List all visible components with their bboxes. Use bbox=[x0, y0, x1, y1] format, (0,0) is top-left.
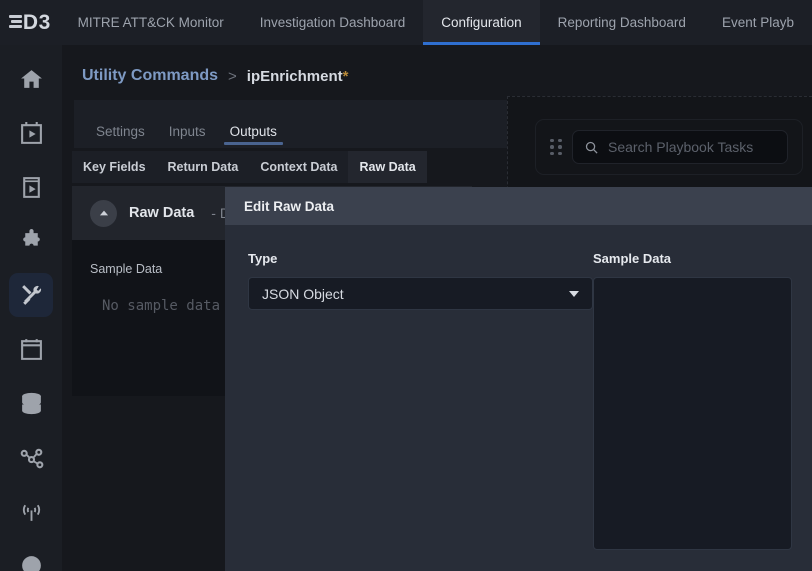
left-sidebar bbox=[0, 45, 62, 571]
sidebar-item-playbook-library[interactable] bbox=[9, 165, 53, 209]
app-root: D3 MITRE ATT&CK Monitor Investigation Da… bbox=[0, 0, 812, 571]
tab-inputs[interactable]: Inputs bbox=[159, 118, 216, 148]
sample-data-field: Sample Data bbox=[593, 251, 812, 550]
raw-data-title: Raw Data bbox=[129, 205, 194, 221]
nav-tab-label: MITRE ATT&CK Monitor bbox=[78, 15, 224, 30]
calendar-play-icon bbox=[19, 121, 44, 146]
globe-icon bbox=[19, 553, 44, 571]
book-play-icon bbox=[19, 175, 44, 200]
subtab-return-data[interactable]: Return Data bbox=[157, 151, 250, 183]
home-icon bbox=[19, 67, 44, 92]
modified-marker: * bbox=[343, 68, 349, 85]
modal-body: Type JSON Object Sample Data bbox=[225, 225, 812, 550]
command-tabs: Settings Inputs Outputs bbox=[74, 100, 519, 148]
app-logo[interactable]: D3 bbox=[0, 0, 60, 45]
breadcrumb-root[interactable]: Utility Commands bbox=[82, 67, 218, 85]
nav-tab-event-playbook[interactable]: Event Playb bbox=[704, 0, 812, 45]
type-label: Type bbox=[248, 251, 593, 266]
tab-label: Inputs bbox=[169, 124, 206, 139]
top-nav-tabs: MITRE ATT&CK Monitor Investigation Dashb… bbox=[60, 0, 812, 45]
subtab-key-fields[interactable]: Key Fields bbox=[72, 151, 157, 183]
tools-icon bbox=[19, 283, 44, 308]
three-bars-logo-icon bbox=[9, 15, 22, 30]
nav-tab-configuration[interactable]: Configuration bbox=[423, 0, 539, 45]
drag-dots-icon[interactable] bbox=[550, 139, 562, 156]
tab-settings[interactable]: Settings bbox=[86, 118, 155, 148]
sidebar-item-home[interactable] bbox=[9, 57, 53, 101]
database-icon bbox=[19, 391, 44, 416]
logo-text: D3 bbox=[23, 11, 51, 35]
modal-sample-data-label: Sample Data bbox=[593, 251, 812, 266]
sidebar-item-monitoring[interactable] bbox=[9, 489, 53, 533]
breadcrumb-separator: > bbox=[228, 68, 237, 85]
breadcrumb-current: ipEnrichment* bbox=[247, 68, 349, 85]
subtab-context-data[interactable]: Context Data bbox=[249, 151, 348, 183]
subtab-label: Context Data bbox=[260, 160, 337, 174]
output-subtabs: Key Fields Return Data Context Data Raw … bbox=[62, 148, 582, 186]
collapse-button[interactable] bbox=[90, 200, 117, 227]
type-field: Type JSON Object bbox=[248, 251, 593, 550]
sidebar-item-correlation[interactable] bbox=[9, 435, 53, 479]
sidebar-item-calendar[interactable] bbox=[9, 327, 53, 371]
nav-tab-label: Reporting Dashboard bbox=[558, 15, 686, 30]
sample-data-textarea[interactable] bbox=[593, 277, 792, 550]
nav-tab-label: Event Playb bbox=[722, 15, 794, 30]
puzzle-piece-icon bbox=[19, 229, 44, 254]
modal-header: Edit Raw Data bbox=[225, 187, 812, 225]
calendar-icon bbox=[19, 337, 44, 362]
subtab-label: Return Data bbox=[168, 160, 239, 174]
sidebar-item-data-sources[interactable] bbox=[9, 381, 53, 425]
playbook-search-input[interactable]: Search Playbook Tasks bbox=[572, 130, 788, 164]
top-navigation-bar: D3 MITRE ATT&CK Monitor Investigation Da… bbox=[0, 0, 812, 45]
modal-title: Edit Raw Data bbox=[244, 199, 334, 214]
chevron-up-icon bbox=[97, 206, 111, 220]
nav-tab-investigation-dashboard[interactable]: Investigation Dashboard bbox=[242, 0, 424, 45]
breadcrumb-current-label: ipEnrichment bbox=[247, 68, 343, 85]
tab-label: Settings bbox=[96, 124, 145, 139]
type-select[interactable]: JSON Object bbox=[248, 277, 593, 310]
subtab-raw-data[interactable]: Raw Data bbox=[348, 151, 426, 183]
subtab-label: Key Fields bbox=[83, 160, 146, 174]
tab-label: Outputs bbox=[230, 124, 277, 139]
sidebar-item-integrations[interactable] bbox=[9, 219, 53, 263]
search-placeholder: Search Playbook Tasks bbox=[608, 139, 753, 155]
tab-outputs[interactable]: Outputs bbox=[220, 118, 287, 148]
edit-raw-data-modal: Edit Raw Data Type JSON Object Sample Da… bbox=[225, 187, 812, 571]
share-network-icon bbox=[19, 445, 44, 470]
chevron-down-icon bbox=[569, 291, 579, 297]
command-tabs-card: Settings Inputs Outputs bbox=[74, 100, 519, 148]
nav-tab-reporting-dashboard[interactable]: Reporting Dashboard bbox=[540, 0, 704, 45]
subtab-label: Raw Data bbox=[359, 160, 415, 174]
sidebar-item-global[interactable] bbox=[9, 543, 53, 571]
nav-tab-label: Investigation Dashboard bbox=[260, 15, 406, 30]
type-select-value: JSON Object bbox=[262, 286, 344, 302]
nav-tab-label: Configuration bbox=[441, 15, 521, 30]
broadcast-icon bbox=[19, 499, 44, 524]
sidebar-item-scheduled-playbooks[interactable] bbox=[9, 111, 53, 155]
nav-tab-mitre-attack-monitor[interactable]: MITRE ATT&CK Monitor bbox=[60, 0, 242, 45]
search-icon bbox=[584, 140, 599, 155]
breadcrumb: Utility Commands > ipEnrichment* bbox=[62, 45, 812, 93]
sidebar-item-utility-commands[interactable] bbox=[9, 273, 53, 317]
playbook-search-row: Search Playbook Tasks bbox=[535, 119, 803, 175]
